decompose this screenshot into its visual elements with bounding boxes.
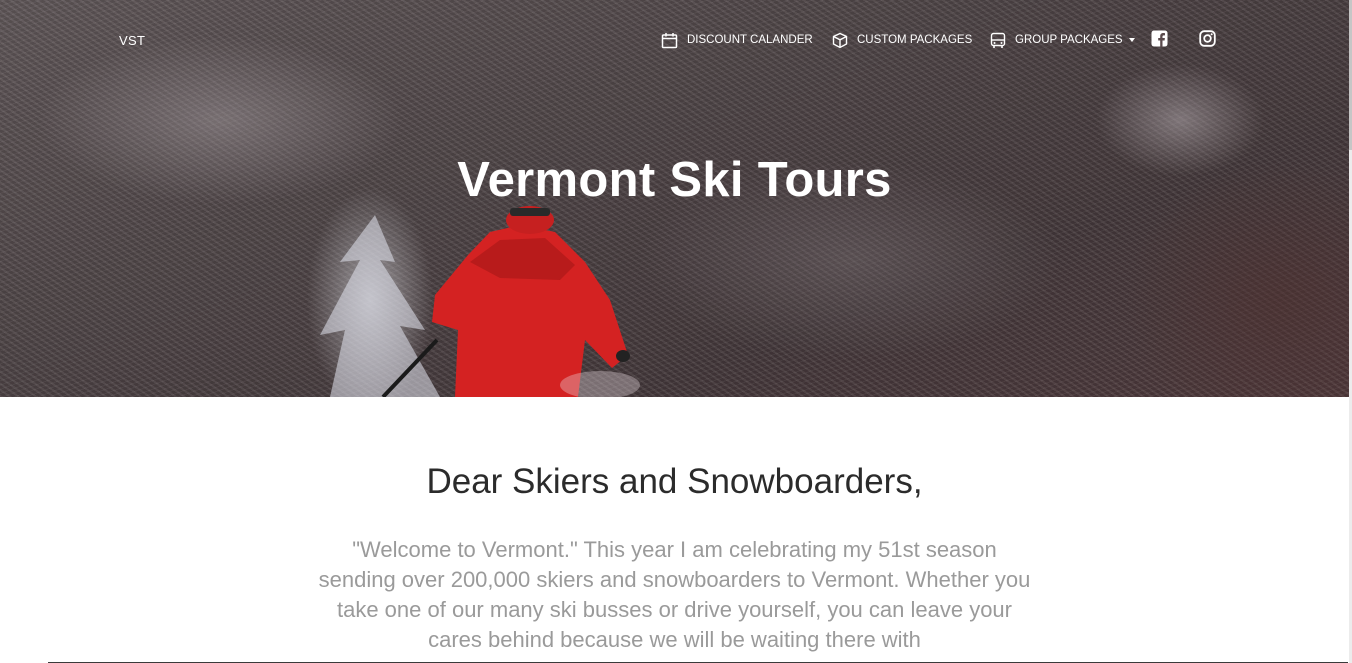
hero-title: Vermont Ski Tours [457, 153, 892, 207]
greeting-heading: Dear Skiers and Snowboarders, [426, 462, 923, 501]
nav-label: GROUP PACKAGES [1015, 34, 1123, 46]
facebook-icon[interactable] [1151, 30, 1169, 48]
bus-icon [990, 32, 1006, 49]
nav-label: CUSTOM PACKAGES [857, 34, 973, 46]
brand-logo[interactable]: VST [119, 33, 145, 48]
top-navbar: VST DISCOUNT CALANDER CUSTOM PACKAGES GR… [0, 0, 1349, 80]
calendar-icon [661, 32, 678, 49]
instagram-icon[interactable] [1199, 30, 1217, 48]
nav-group-packages[interactable]: GROUP PACKAGES [990, 30, 1135, 50]
chevron-down-icon [1128, 38, 1135, 42]
nav-custom-packages[interactable]: CUSTOM PACKAGES [832, 30, 972, 50]
welcome-letter: "Welcome to Vermont." This year I am cel… [318, 537, 1031, 652]
nav-discount-calendar[interactable]: DISCOUNT CALANDER [661, 30, 813, 50]
nav-label: DISCOUNT CALANDER [687, 34, 813, 46]
box-icon [832, 32, 848, 49]
